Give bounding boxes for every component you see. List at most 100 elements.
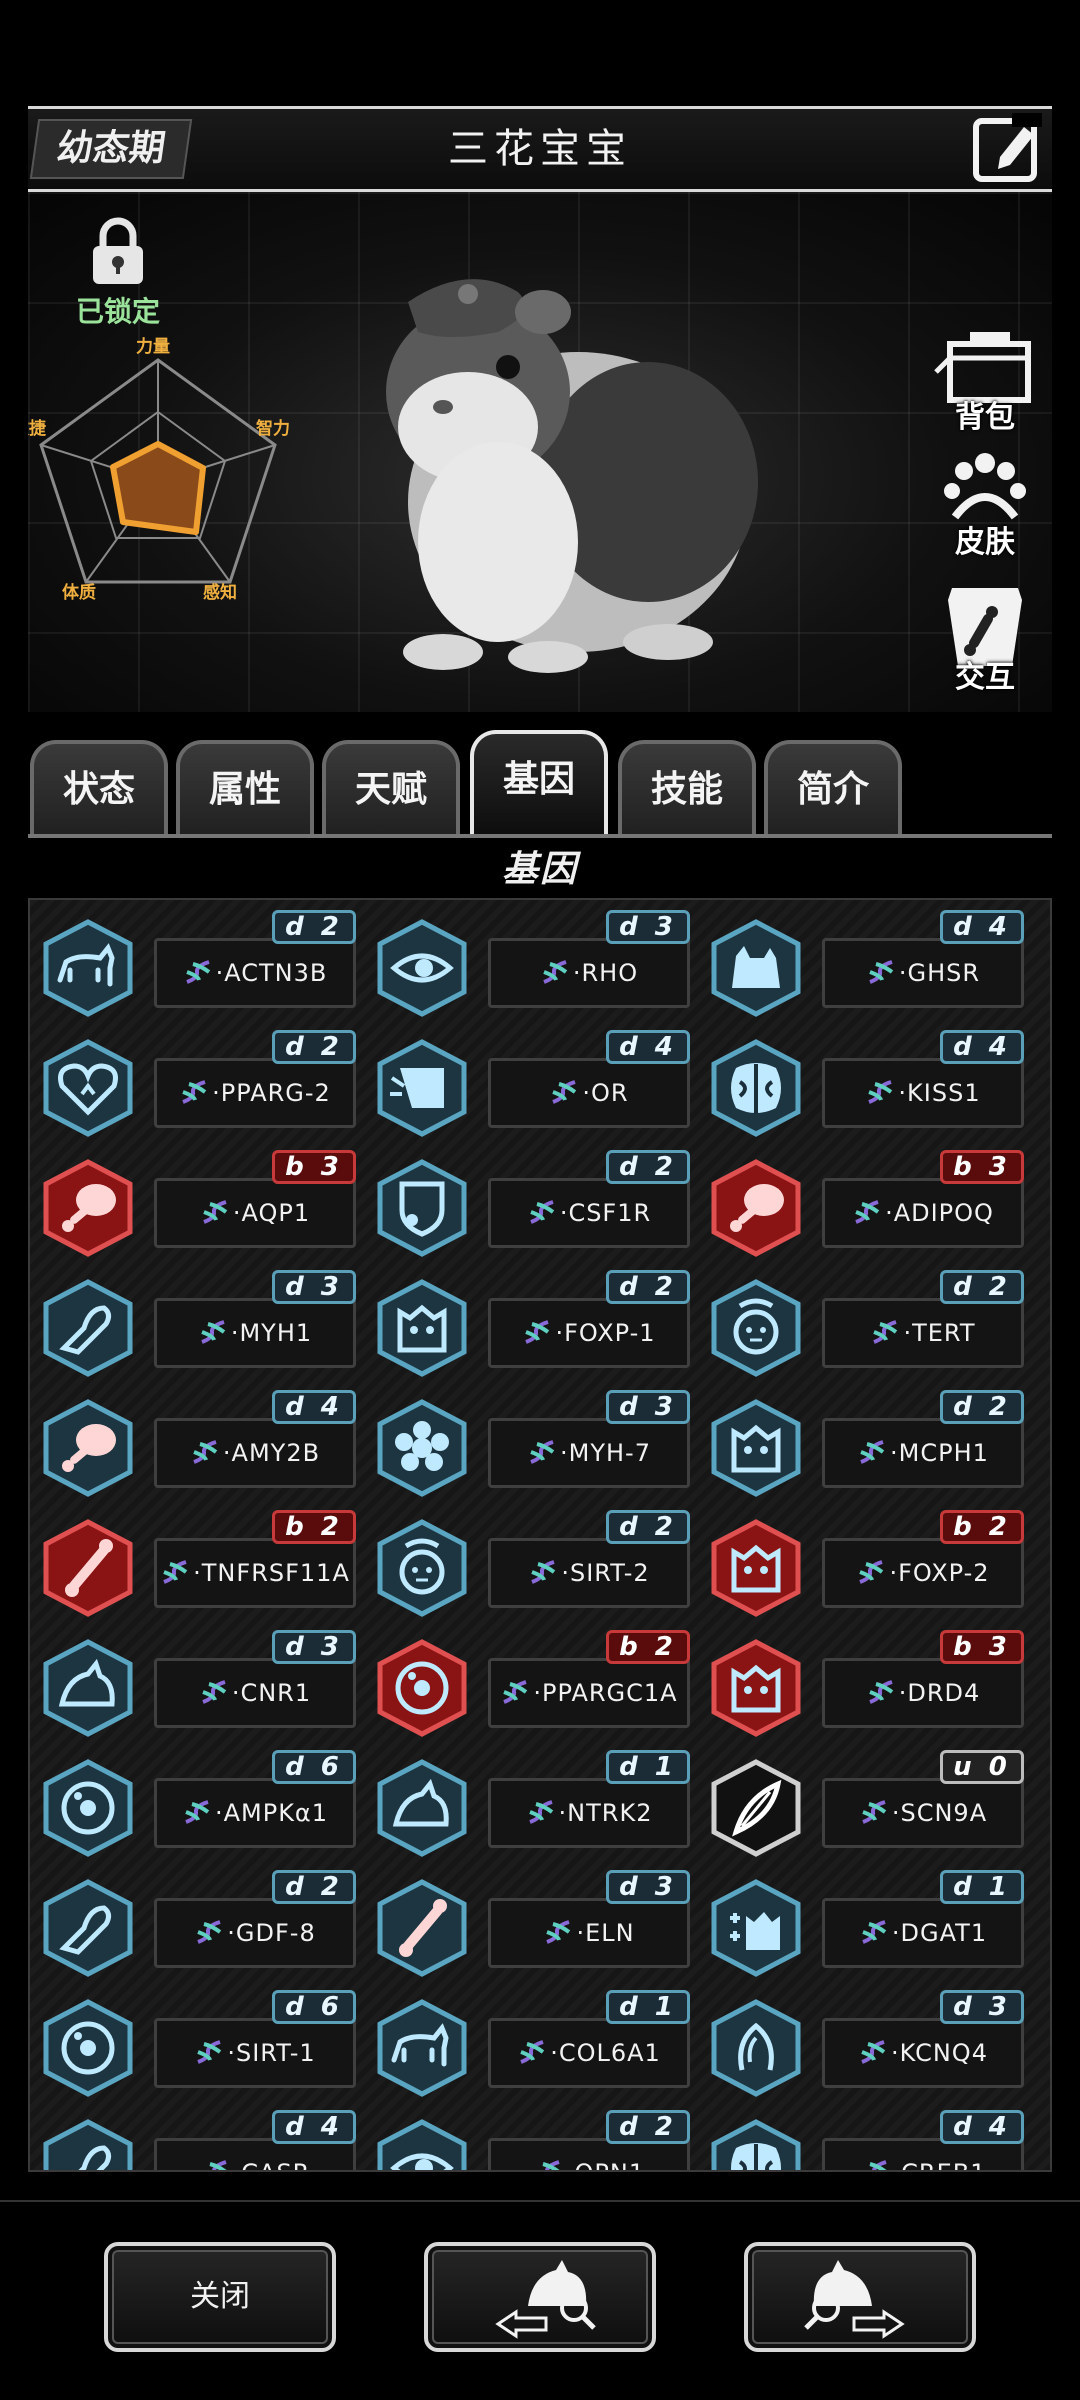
gene-item[interactable]: ·DRD4 b 3 [704,1630,1030,1737]
gene-item[interactable]: ·DGAT1 d 1 [704,1870,1030,1977]
gene-item[interactable]: ·ADIPOQ b 3 [704,1150,1030,1257]
dna-icon [530,1440,555,1464]
pet-name: 三花宝宝 [448,126,632,172]
lock-toggle[interactable]: 已锁定 [58,212,178,328]
dna-icon [531,1560,556,1584]
gene-item[interactable]: ·AMPKα1 d 6 [36,1750,362,1857]
gene-item[interactable]: ·OPN1 d 2 [370,2110,696,2170]
gene-name-box: ·MCPH1 [822,1418,1024,1488]
skin-button[interactable]: 皮肤 [930,447,1040,560]
gene-name-box: ·RHO [488,938,690,1008]
gene-level-badge: d 4 [606,1030,690,1064]
gene-name: ·CASR [233,2159,311,2170]
gene-level-badge: d 2 [606,1150,690,1184]
gene-item[interactable]: ·ELN d 3 [370,1870,696,1977]
next-pet-button[interactable] [744,2242,976,2352]
gene-item[interactable]: ·GHSR d 4 [704,910,1030,1017]
gene-item[interactable]: ·COL6A1 d 1 [370,1990,696,2097]
close-button[interactable]: 关闭 [104,2242,336,2352]
cell-icon [38,1758,138,1858]
gene-item[interactable]: ·CNR1 d 3 [36,1630,362,1737]
eye-icon [372,918,472,1018]
gene-item[interactable]: ·SIRT-1 d 6 [36,1990,362,2097]
gene-level-badge: b 2 [272,1510,356,1544]
gene-item[interactable]: ·TERT d 2 [704,1270,1030,1377]
dna-icon [860,1440,885,1464]
gene-name: ·CNR1 [231,1679,312,1707]
previous-pet-button[interactable] [424,2242,656,2352]
tab-genes[interactable]: 基因 [470,730,608,836]
brain-icon [706,1038,806,1138]
dna-icon [193,1440,218,1464]
gene-item[interactable]: ·NTRK2 d 1 [370,1750,696,1857]
gene-item[interactable]: ·PPARG-2 d 2 [36,1030,362,1137]
gene-item[interactable]: ·KISS1 d 4 [704,1030,1030,1137]
gene-level-badge: b 3 [940,1150,1024,1184]
dna-icon [868,1680,893,1704]
gene-item[interactable]: ·KCNQ4 d 3 [704,1990,1030,2097]
gene-item[interactable]: ·CASR d 4 [36,2110,362,2170]
gene-item[interactable]: ·SCN9A u 0 [704,1750,1030,1857]
gene-item[interactable]: ·CREB1 d 4 [704,2110,1030,2170]
gene-item[interactable]: ·SIRT-2 d 2 [370,1510,696,1617]
gene-item[interactable]: ·TNFRSF11A b 2 [36,1510,362,1617]
lock-label: 已锁定 [75,295,160,328]
gene-item[interactable]: ·MYH1 d 3 [36,1270,362,1377]
interact-button[interactable]: 交互 [930,582,1040,695]
cat-head-icon [706,1638,806,1738]
nose-icon [372,1038,472,1138]
search-prev-cat-icon [495,2260,596,2339]
gene-level-badge: u 0 [940,1750,1024,1784]
eye-icon [372,2118,472,2170]
dna-icon [546,1920,571,1944]
gene-item[interactable]: ·FOXP-1 d 2 [370,1270,696,1377]
gene-list[interactable]: ·ACTN3B d 2 ·RHO d 3 ·GHSR d 4 ·PPARG-2 d 2 ·OR d… [28,898,1052,2172]
bone-icon [38,1518,138,1618]
cat-walk-icon [372,1998,472,2098]
gene-item[interactable]: ·AQP1 b 3 [36,1150,362,1257]
gene-item[interactable]: ·RHO d 3 [370,910,696,1017]
gene-name-box: ·PPARG-2 [154,1058,356,1128]
tab-talents[interactable]: 天赋 [322,740,460,836]
gene-item[interactable]: ·OR d 4 [370,1030,696,1137]
gene-name: ·KISS1 [898,1079,981,1107]
backpack-button[interactable]: 背包 [930,322,1040,435]
footer-divider [0,2200,1080,2202]
gene-level-badge: b 2 [606,1630,690,1664]
hamster-pet-image[interactable] [348,252,788,692]
tab-underline [28,834,1052,838]
tab-skills[interactable]: 技能 [618,740,756,836]
backpack-label: 背包 [955,400,1015,435]
tab-profile[interactable]: 简介 [764,740,902,836]
gene-item[interactable]: ·MYH-7 d 3 [370,1390,696,1497]
gene-item[interactable]: ·MCPH1 d 2 [704,1390,1030,1497]
gene-name: ·SIRT-2 [561,1559,650,1587]
dna-icon [530,1200,555,1224]
gene-item[interactable]: ·AMY2B d 4 [36,1390,362,1497]
gene-name: ·AMPKα1 [214,1799,329,1827]
dna-icon [197,2040,222,2064]
gene-name: ·SIRT-1 [227,2039,316,2067]
gene-item[interactable]: ·ACTN3B d 2 [36,910,362,1017]
gene-name-box: ·KCNQ4 [822,2018,1024,2088]
gene-name: ·COL6A1 [550,2039,661,2067]
gene-level-badge: d 3 [940,1990,1024,2024]
gene-level-badge: d 2 [272,1030,356,1064]
attribute-radar-chart: 力量 智力 感知 体质 敏捷 [28,332,348,612]
gene-name: ·SCN9A [891,1799,988,1827]
gene-item[interactable]: ·CSF1R d 2 [370,1150,696,1257]
gene-name-box: ·AMPKα1 [154,1778,356,1848]
gene-item[interactable]: ·GDF-8 d 2 [36,1870,362,1977]
gene-item[interactable]: ·PPARGC1A b 2 [370,1630,696,1737]
gene-name: ·MYH-7 [560,1439,651,1467]
tab-status[interactable]: 状态 [30,740,168,836]
gene-level-badge: d 3 [272,1270,356,1304]
gene-name-box: ·ADIPOQ [822,1178,1024,1248]
gene-item[interactable]: ·FOXP-2 b 2 [704,1510,1030,1617]
gene-name: ·AMY2B [222,1439,321,1467]
tab-attributes[interactable]: 属性 [176,740,314,836]
gene-level-badge: d 2 [606,1270,690,1304]
edit-name-button[interactable] [972,113,1042,183]
gene-level-badge: d 4 [940,2110,1024,2144]
arm-icon [38,1878,138,1978]
